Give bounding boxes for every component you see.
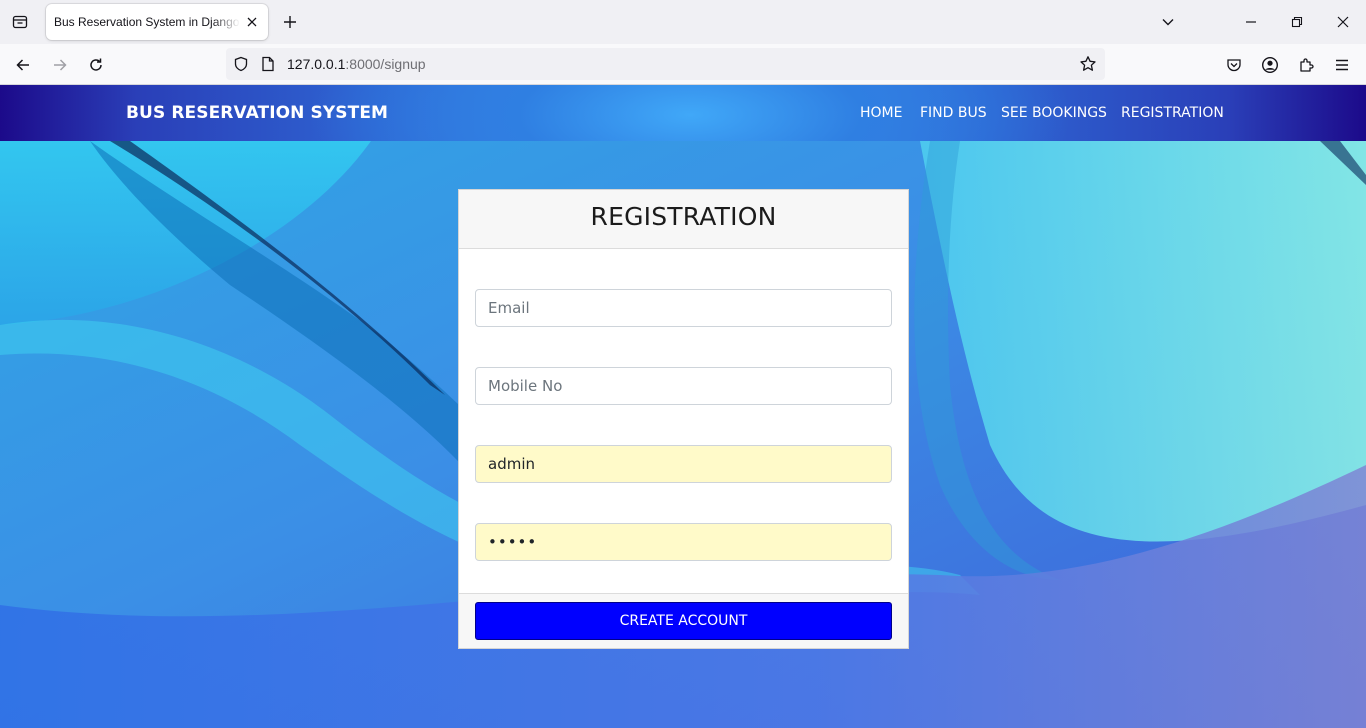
reload-icon[interactable]	[83, 52, 109, 78]
url-text[interactable]: 127.0.0.1:8000/signup	[287, 56, 426, 72]
shield-icon[interactable]	[232, 55, 250, 73]
nav-home[interactable]: HOME	[860, 105, 902, 121]
browser-tab[interactable]: Bus Reservation System in Django Project	[46, 4, 268, 40]
address-bar[interactable]: 127.0.0.1:8000/signup	[226, 48, 1105, 80]
registration-title: REGISTRATION	[590, 202, 777, 231]
password-field[interactable]	[475, 523, 892, 561]
tab-title: Bus Reservation System in Django Project	[54, 15, 240, 29]
restore-icon[interactable]	[1285, 10, 1309, 34]
pocket-icon[interactable]	[1221, 52, 1247, 78]
url-host: 127.0.0.1	[287, 56, 346, 72]
web-page: BUS RESERVATION SYSTEM HOME FIND BUS SEE…	[0, 85, 1366, 728]
back-icon[interactable]	[10, 52, 36, 78]
new-tab-icon[interactable]	[280, 12, 300, 32]
nav-see-bookings[interactable]: SEE BOOKINGS	[1001, 105, 1107, 121]
nav-registration[interactable]: REGISTRATION	[1121, 105, 1224, 121]
menu-icon[interactable]	[1329, 52, 1355, 78]
nav-find-bus[interactable]: FIND BUS	[920, 105, 987, 121]
site-navbar: BUS RESERVATION SYSTEM HOME FIND BUS SEE…	[0, 85, 1366, 141]
card-header: REGISTRATION	[459, 190, 908, 249]
minimize-icon[interactable]	[1239, 10, 1263, 34]
site-brand[interactable]: BUS RESERVATION SYSTEM	[126, 103, 388, 123]
tab-list-icon[interactable]	[8, 10, 32, 34]
email-field[interactable]	[475, 289, 892, 327]
close-icon[interactable]	[244, 14, 260, 30]
browser-toolbar: 127.0.0.1:8000/signup	[0, 44, 1366, 85]
bookmark-star-icon[interactable]	[1079, 55, 1097, 73]
extensions-icon[interactable]	[1293, 52, 1319, 78]
username-field[interactable]	[475, 445, 892, 483]
card-footer: CREATE ACCOUNT	[459, 593, 908, 648]
page-icon[interactable]	[259, 55, 277, 73]
account-icon[interactable]	[1257, 52, 1283, 78]
forward-icon[interactable]	[47, 52, 73, 78]
url-path: :8000/signup	[345, 56, 426, 72]
registration-card: REGISTRATION CREATE ACCOUNT	[458, 189, 909, 649]
chevron-down-icon[interactable]	[1156, 10, 1180, 34]
create-account-button[interactable]: CREATE ACCOUNT	[475, 602, 892, 640]
browser-tab-strip: Bus Reservation System in Django Project	[0, 0, 1366, 44]
close-window-icon[interactable]	[1331, 10, 1355, 34]
mobile-field[interactable]	[475, 367, 892, 405]
